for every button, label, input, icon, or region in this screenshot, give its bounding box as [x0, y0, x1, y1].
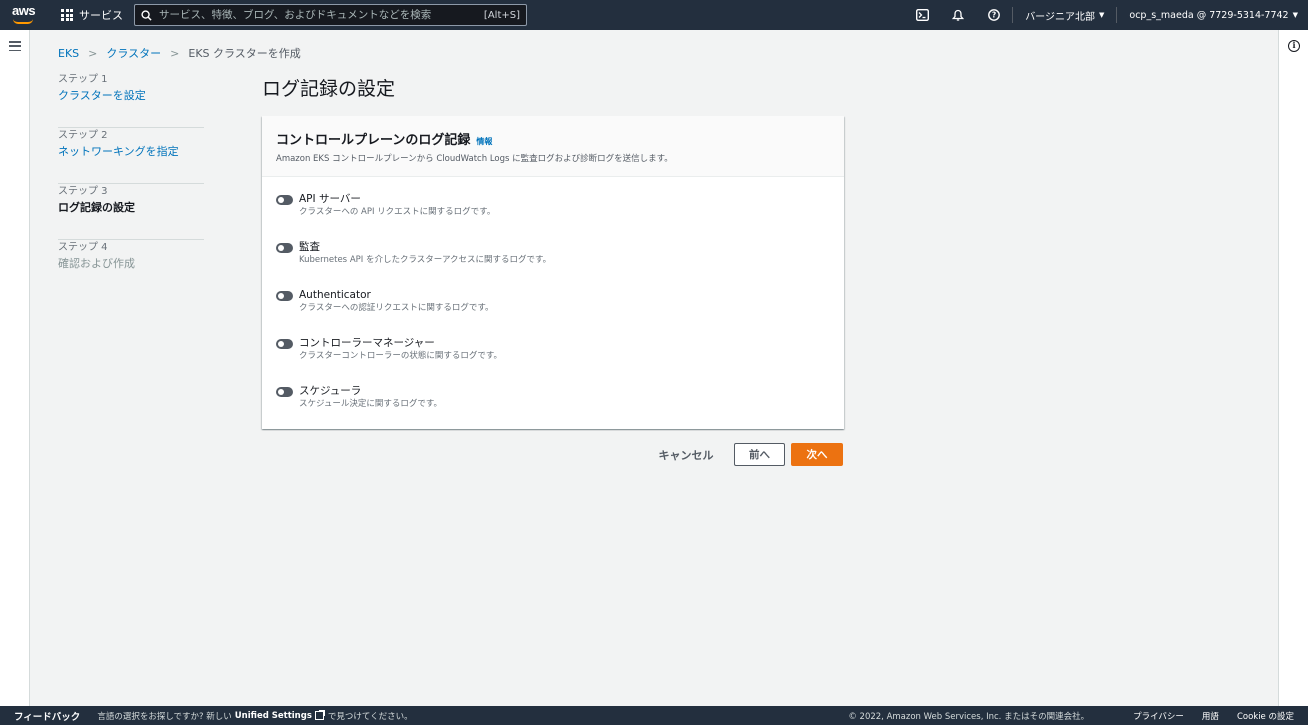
copyright: © 2022, Amazon Web Services, Inc. またはその関… [848, 711, 1090, 722]
account-label: ocp_s_maeda @ 7729-5314-7742 [1129, 9, 1289, 21]
option-description: クラスターへの API リクエストに関するログです。 [299, 207, 496, 217]
region-label: バージニア北部 [1025, 11, 1095, 23]
info-link[interactable]: 情報 [476, 136, 492, 147]
notifications-button[interactable] [940, 0, 976, 30]
aws-logo-smile-icon [13, 19, 33, 24]
cancel-button[interactable]: キャンセル [652, 443, 720, 466]
side-navigation-collapsed [0, 30, 30, 706]
breadcrumb: EKS > クラスター > EKS クラスターを作成 [58, 45, 301, 61]
option-controller-manager: コントローラーマネージャー クラスターコントローラーの状態に関するログです。 [276, 336, 830, 384]
toggle-knob [278, 245, 284, 251]
controller-manager-toggle[interactable] [276, 339, 293, 349]
step-current-logging: ログ記録の設定 [58, 201, 135, 214]
toggle-knob [278, 389, 284, 395]
account-menu[interactable]: ocp_s_maeda @ 7729-5314-7742 ▼ [1117, 10, 1308, 21]
external-link-icon [314, 710, 325, 720]
caret-down-icon: ▼ [1292, 11, 1298, 19]
audit-toggle[interactable] [276, 243, 293, 253]
option-scheduler: スケジューラ スケジュール決定に関するログです。 [276, 384, 830, 432]
footer: フィードバック 言語の選択をお探しですか? 新しい Unified Settin… [0, 706, 1308, 725]
caret-down-icon: ▼ [1099, 11, 1105, 19]
panel-description: Amazon EKS コントロールプレーンから CloudWatch Logs … [276, 154, 673, 164]
footer-right: © 2022, Amazon Web Services, Inc. またはその関… [848, 710, 1294, 722]
breadcrumb-clusters-link[interactable]: クラスター [106, 45, 161, 61]
svg-text:?: ? [992, 11, 996, 20]
step-review-create: 確認および作成 [58, 257, 135, 270]
step-link-configure-cluster[interactable]: クラスターを設定 [58, 87, 204, 105]
breadcrumb-eks-link[interactable]: EKS [58, 47, 79, 60]
wizard-steps: ステップ 1 クラスターを設定 ステップ 2 ネットワーキングを指定 ステップ … [58, 72, 204, 295]
panel-title: コントロールプレーンのログ記録 [276, 133, 471, 148]
search-box[interactable]: [Alt+S] [134, 4, 527, 26]
menu-icon[interactable] [9, 41, 21, 51]
option-label: API サーバー [299, 193, 361, 205]
cloudshell-button[interactable] [904, 0, 940, 30]
language-note: 言語の選択をお探しですか? 新しい Unified Settings で見つけて… [97, 710, 413, 722]
option-api-server: API サーバー クラスターへの API リクエストに関するログです。 [276, 192, 830, 240]
language-note-text: 言語の選択をお探しですか? 新しい [97, 711, 232, 722]
logging-options: API サーバー クラスターへの API リクエストに関するログです。 監査 K… [262, 177, 844, 432]
option-description: スケジュール決定に関するログです。 [299, 399, 443, 409]
wizard-step-3: ステップ 3 ログ記録の設定 [58, 184, 204, 239]
wizard-step-1: ステップ 1 クラスターを設定 [58, 72, 204, 127]
wizard-step-2: ステップ 2 ネットワーキングを指定 [58, 128, 204, 183]
next-button[interactable]: 次へ [791, 443, 843, 466]
search-icon [141, 9, 152, 21]
aws-logo[interactable]: aws [8, 0, 48, 30]
help-icon: ? [988, 9, 1001, 21]
toggle-knob [278, 293, 284, 299]
language-note-end: で見つけてください。 [327, 711, 413, 722]
region-selector[interactable]: バージニア北部 ▼ [1013, 8, 1116, 23]
step-number: ステップ 1 [58, 74, 108, 85]
privacy-link[interactable]: プライバシー [1133, 710, 1184, 722]
option-label: スケジューラ [299, 385, 362, 397]
grid-icon [61, 9, 73, 21]
search-shortcut-hint: [Alt+S] [483, 9, 520, 21]
option-authenticator: Authenticator クラスターへの認証リクエストに関するログです。 [276, 288, 830, 336]
wizard-step-4: ステップ 4 確認および作成 [58, 240, 204, 295]
cookie-settings-link[interactable]: Cookie の設定 [1237, 710, 1294, 722]
top-navigation: aws サービス [Alt+S] [0, 0, 1308, 30]
toggle-knob [278, 341, 284, 347]
feedback-button[interactable]: フィードバック [14, 709, 80, 723]
bell-icon [952, 9, 965, 21]
step-number: ステップ 2 [58, 130, 108, 141]
breadcrumb-current: EKS クラスターを作成 [188, 47, 301, 60]
control-plane-logging-panel: コントロールプレーンのログ記録 情報 Amazon EKS コントロールプレーン… [262, 116, 844, 429]
step-link-networking[interactable]: ネットワーキングを指定 [58, 143, 204, 161]
option-label: 監査 [299, 241, 320, 253]
api-server-toggle[interactable] [276, 195, 293, 205]
tools-panel-collapsed: i [1278, 30, 1308, 706]
aws-logo-text: aws [12, 3, 36, 18]
help-button[interactable]: ? [976, 0, 1012, 30]
step-number: ステップ 3 [58, 186, 108, 197]
services-label: サービス [79, 9, 123, 22]
option-description: クラスターへの認証リクエストに関するログです。 [299, 303, 494, 313]
option-audit: 監査 Kubernetes API を介したクラスターアクセスに関するログです。 [276, 240, 830, 288]
unified-settings-link[interactable]: Unified Settings [235, 711, 312, 721]
services-menu-button[interactable]: サービス [61, 0, 123, 30]
panel-header: コントロールプレーンのログ記録 情報 Amazon EKS コントロールプレーン… [262, 116, 844, 177]
chevron-right-icon: > [88, 46, 98, 60]
scheduler-toggle[interactable] [276, 387, 293, 397]
option-label: コントローラーマネージャー [299, 337, 435, 349]
toggle-knob [278, 197, 284, 203]
panel-title-row: コントロールプレーンのログ記録 情報 [276, 129, 830, 148]
option-description: Kubernetes API を介したクラスターアクセスに関するログです。 [299, 255, 552, 265]
option-label: Authenticator [299, 289, 371, 301]
nav-right-group: ? バージニア北部 ▼ ocp_s_maeda @ 7729-5314-7742… [904, 0, 1308, 30]
terms-link[interactable]: 用語 [1202, 710, 1219, 722]
previous-button[interactable]: 前へ [734, 443, 785, 466]
option-description: クラスターコントローラーの状態に関するログです。 [299, 351, 502, 361]
step-number: ステップ 4 [58, 242, 108, 253]
authenticator-toggle[interactable] [276, 291, 293, 301]
info-icon[interactable]: i [1288, 40, 1300, 52]
page-title: ログ記録の設定 [262, 78, 396, 100]
terminal-icon [915, 9, 929, 21]
search-input[interactable] [159, 9, 484, 21]
chevron-right-icon: > [170, 46, 180, 60]
